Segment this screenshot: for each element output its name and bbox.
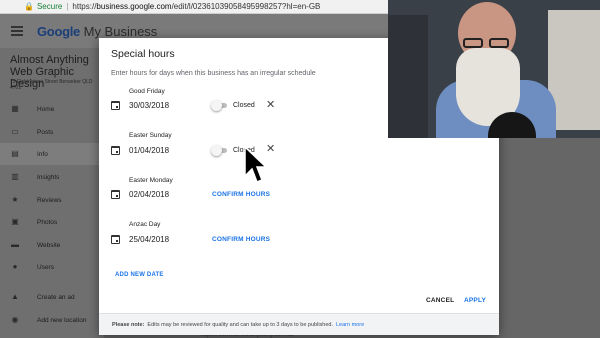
- confirm-hours-button[interactable]: CONFIRM HOURS: [212, 236, 270, 243]
- product-name: My Business: [83, 23, 158, 39]
- note-text: Edits may be reviewed for quality and ca…: [147, 321, 333, 328]
- close-icon[interactable]: ✕: [266, 100, 275, 111]
- url-text[interactable]: https://business.google.com/edit/l/02361…: [72, 2, 320, 11]
- info-store-icon: ▤: [11, 149, 19, 158]
- dialog-subtitle: Enter hours for days when this business …: [111, 70, 316, 77]
- users-icon: ●: [12, 262, 18, 271]
- ads-icon: ▲: [11, 292, 19, 301]
- website-icon: ▬: [11, 240, 19, 249]
- photo-icon: ▣: [11, 217, 19, 226]
- date-field-easter-monday[interactable]: 02/04/2018: [129, 190, 169, 199]
- date-field-easter-sunday[interactable]: 01/04/2018: [129, 146, 169, 155]
- secure-label: Secure: [36, 2, 63, 11]
- insights-icon: ▥: [11, 172, 19, 181]
- confirm-hours-button[interactable]: CONFIRM HOURS: [212, 191, 270, 198]
- sidebar-item-photos[interactable]: ▣ Photos: [0, 211, 104, 233]
- day-label-easter-sunday: Easter Sunday: [129, 132, 172, 139]
- add-new-date-button[interactable]: ADD NEW DATE: [115, 272, 164, 278]
- dialog-title: Special hours: [111, 48, 175, 60]
- hamburger-menu-icon[interactable]: [11, 26, 23, 36]
- calendar-icon[interactable]: [111, 190, 120, 199]
- sidebar-item-info[interactable]: ▤ Info: [0, 143, 104, 165]
- posts-icon: ▭: [11, 127, 19, 136]
- sidebar-item-posts[interactable]: ▭ Posts: [0, 121, 104, 143]
- day-label-anzac-day: Anzac Day: [129, 221, 161, 228]
- sidebar-item-reviews[interactable]: ★ Reviews: [0, 189, 104, 211]
- date-field-anzac-day[interactable]: 25/04/2018: [129, 235, 169, 244]
- sidebar-item-insights[interactable]: ▥ Insights: [0, 166, 104, 188]
- note-label: Please note:: [112, 321, 145, 328]
- calendar-icon[interactable]: [111, 146, 120, 155]
- date-field-good-friday[interactable]: 30/03/2018: [129, 101, 169, 110]
- lock-icon: 🔒: [24, 2, 34, 11]
- mouse-cursor-icon: [244, 146, 268, 183]
- calendar-icon[interactable]: [111, 235, 120, 244]
- day-label-good-friday: Good Friday: [129, 88, 165, 95]
- app-brand: Google My Business: [37, 24, 157, 39]
- sidebar: Almost Anything Web Graphic Design 73 El…: [0, 48, 104, 338]
- review-note-bar: Please note: Edits may be reviewed for q…: [99, 313, 499, 335]
- sidebar-item-users[interactable]: ● Users: [0, 256, 104, 278]
- closed-label: Closed: [233, 102, 255, 109]
- google-logo: Google: [37, 23, 80, 39]
- url-separator: |: [66, 2, 69, 11]
- sidebar-item-website[interactable]: ▬ Website: [0, 234, 104, 256]
- apply-button[interactable]: APPLY: [464, 297, 486, 304]
- grid-icon: ▦: [11, 104, 19, 113]
- day-label-easter-monday: Easter Monday: [129, 177, 173, 184]
- cancel-button[interactable]: CANCEL: [426, 297, 454, 304]
- sidebar-item-create-ad[interactable]: ▲ Create an ad: [0, 286, 104, 308]
- closed-toggle-good-friday[interactable]: [211, 100, 229, 111]
- calendar-icon[interactable]: [111, 101, 120, 110]
- business-address: 73 Elphinstone Street Berserker QLD 4701: [10, 79, 93, 91]
- sidebar-item-add-location[interactable]: ◉ Add new location: [0, 309, 104, 331]
- learn-more-link[interactable]: Learn more: [336, 322, 364, 328]
- sidebar-item-home[interactable]: ▦ Home: [0, 98, 104, 120]
- webcam-overlay: [388, 0, 600, 138]
- closed-toggle-easter-sunday[interactable]: [211, 145, 229, 156]
- star-icon: ★: [11, 195, 19, 204]
- location-icon: ◉: [11, 315, 19, 324]
